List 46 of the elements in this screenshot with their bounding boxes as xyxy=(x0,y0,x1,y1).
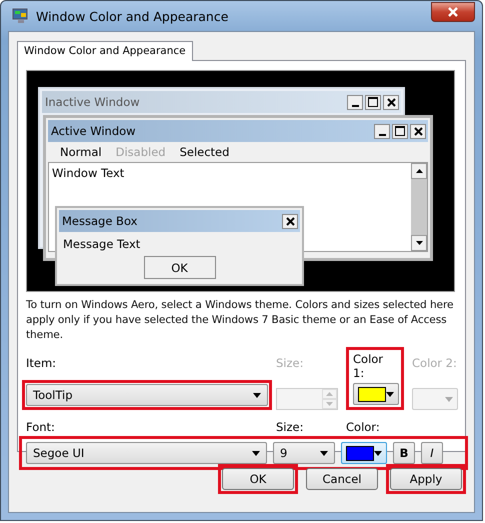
dropdown-arrow-icon xyxy=(445,396,453,402)
dropdown-arrow-icon xyxy=(253,392,261,398)
window-title: Window Color and Appearance xyxy=(36,8,230,24)
color-picker[interactable] xyxy=(353,383,399,405)
window-caption: Active Window xyxy=(51,124,136,138)
menu-item[interactable]: Selected xyxy=(180,145,230,159)
field-label: Color 1: xyxy=(353,352,384,380)
close-icon xyxy=(410,124,426,138)
message-text: Message Text xyxy=(62,236,142,253)
minimize-icon xyxy=(347,94,363,110)
bold-button[interactable]: B xyxy=(393,442,415,464)
close-button[interactable] xyxy=(431,2,475,22)
window-caption: Message Box xyxy=(62,214,138,228)
field-label: Size: xyxy=(276,356,304,370)
tab[interactable]: Window Color and Appearance xyxy=(17,41,193,61)
dialog-button[interactable]: Apply xyxy=(390,468,462,490)
font-dropdown[interactable]: Segoe UI xyxy=(26,442,267,464)
item-dropdown[interactable]: ToolTip xyxy=(26,384,268,406)
close-icon xyxy=(282,214,298,228)
monitor-icon xyxy=(12,8,30,24)
field-label: Color 2: xyxy=(412,356,458,370)
field-label: Item: xyxy=(26,356,58,370)
minimize-icon xyxy=(374,124,390,138)
menu-item[interactable]: Normal xyxy=(60,145,102,159)
font-size-dropdown[interactable]: 9 xyxy=(273,442,335,464)
dropdown-arrow-icon xyxy=(386,392,394,396)
close-icon xyxy=(447,7,459,17)
scrollbar[interactable] xyxy=(411,163,427,251)
dropdown-arrow-icon xyxy=(320,450,328,456)
window-caption: Inactive Window xyxy=(45,95,140,109)
maximize-icon xyxy=(365,94,381,110)
close-icon xyxy=(383,94,399,110)
dropdown-arrow-icon xyxy=(252,450,260,456)
field-label: Font: xyxy=(26,420,56,434)
italic-button[interactable]: I xyxy=(421,442,443,464)
color-picker[interactable] xyxy=(412,388,458,410)
dialog-button[interactable]: OK xyxy=(222,468,294,490)
description-text: To turn on Windows Aero, select a Windows theme. Colors and sizes selected here apply only if you have selected the Windows 7 Basic theme or an Ease of Access theme. xyxy=(26,298,454,343)
field-label: Size: xyxy=(276,420,304,434)
dialog-button[interactable]: Cancel xyxy=(306,468,378,490)
ok-button[interactable]: OK xyxy=(144,256,216,279)
maximize-icon xyxy=(392,124,408,138)
window-text: Window Text xyxy=(51,165,126,182)
dropdown-arrow-icon xyxy=(374,450,382,456)
color-picker[interactable] xyxy=(341,442,387,464)
field-label: Color: xyxy=(346,420,381,434)
